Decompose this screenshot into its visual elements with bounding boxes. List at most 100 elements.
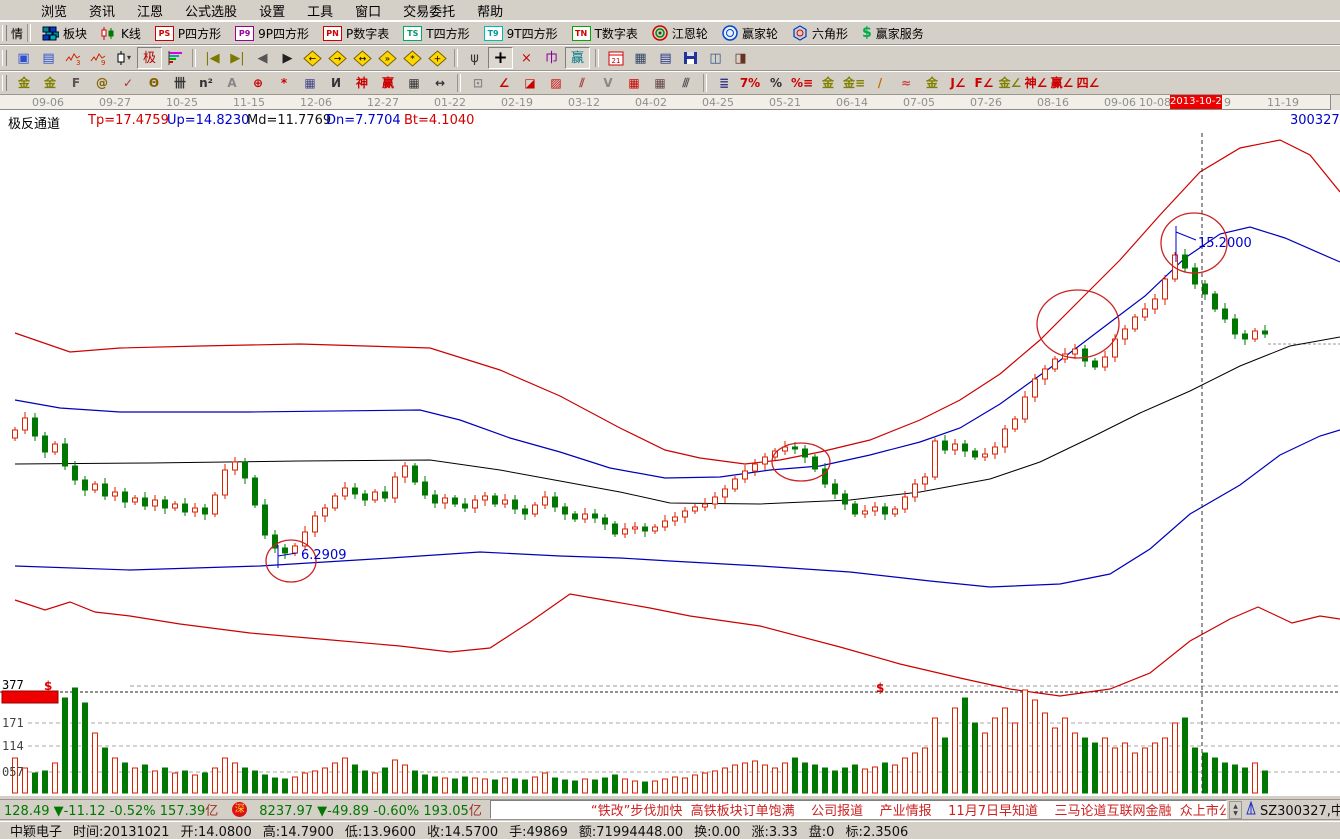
spiral-icon[interactable]: @	[90, 74, 114, 93]
menu-item-0[interactable]: 浏览	[30, 1, 78, 20]
fan-lines-icon[interactable]: ⫽	[570, 74, 594, 93]
chart-9-icon[interactable]: 9	[87, 48, 110, 68]
notes-icon[interactable]: ▤	[654, 48, 677, 68]
svg-text:↔: ↔	[359, 54, 367, 64]
kline-button[interactable]: K线	[94, 22, 148, 44]
si-angle-icon[interactable]: 四∠	[1076, 74, 1100, 93]
menu-bar: 浏览资讯江恩公式选股设置工具窗口交易委托帮助	[0, 0, 1340, 21]
menu-item-7[interactable]: 交易委托	[392, 1, 466, 20]
grid-dark-icon[interactable]: ▦	[648, 74, 672, 93]
gann-fan-icon[interactable]: ∠	[492, 74, 516, 93]
p-number-button[interactable]: PNP数字表	[316, 22, 396, 44]
ticker-spinner[interactable]: ▲▼	[1229, 801, 1242, 819]
chart-3-icon[interactable]: 3	[62, 48, 85, 68]
page-icon[interactable]: ▣	[12, 48, 35, 68]
winner-service-button[interactable]: $赢家服务	[855, 22, 931, 44]
candle-style-icon[interactable]: ▾	[112, 48, 135, 68]
gann-gold-grid2-icon[interactable]: 金	[38, 74, 62, 93]
gold-angle-icon[interactable]: 金∠	[998, 74, 1022, 93]
news-ticker[interactable]: “铁改”步伐加快 高铁板块订单饱满 公司报道 产业情报 11月7日早知道 三马论…	[490, 800, 1227, 819]
menu-item-8[interactable]: 帮助	[466, 1, 514, 20]
t-number-button[interactable]: TNT数字表	[565, 22, 645, 44]
j-angle-icon[interactable]: J∠	[946, 74, 970, 93]
prev-icon[interactable]: ◀	[251, 48, 274, 68]
tally-icon[interactable]: 卌	[168, 74, 192, 93]
p-square-button[interactable]: PSP四方形	[148, 22, 228, 44]
shape-tool-icon[interactable]: 巾	[540, 48, 563, 68]
gold2-icon[interactable]: 金	[920, 74, 944, 93]
news-ticker-text[interactable]: “铁改”步伐加快 高铁板块订单饱满 公司报道 产业情报 11月7日早知道 三马论…	[491, 800, 1227, 819]
diamond-collapse-icon[interactable]: »	[376, 48, 399, 68]
pc-print-icon[interactable]: ◨	[729, 48, 752, 68]
level-scale-icon[interactable]: ≣	[712, 74, 736, 93]
chart-canvas[interactable]: $$377171114057	[0, 110, 1340, 795]
menu-item-4[interactable]: 设置	[248, 1, 296, 20]
menu-item-3[interactable]: 公式选股	[174, 1, 248, 20]
angle-pen-icon[interactable]: ✓	[116, 74, 140, 93]
ying-icon[interactable]: 赢	[376, 74, 400, 93]
circle-cross-icon[interactable]: ⊕	[246, 74, 270, 93]
pen-flag-icon[interactable]: /	[868, 74, 892, 93]
t-square-button[interactable]: TST四方形	[396, 22, 476, 44]
hexagon-button[interactable]: 六角形	[785, 22, 855, 44]
diamond-hspan-icon[interactable]: ↔	[351, 48, 374, 68]
fan-box-icon[interactable]: ◪	[518, 74, 542, 93]
pct7-icon[interactable]: 7%	[738, 74, 762, 93]
channel-indicator-icon[interactable]: 极	[137, 47, 162, 69]
menu-item-6[interactable]: 窗口	[344, 1, 392, 20]
blocks-button[interactable]: 板块	[35, 22, 94, 44]
diamond-star-icon[interactable]: *	[401, 48, 424, 68]
next-icon[interactable]: ▶	[276, 48, 299, 68]
hspan-icon[interactable]: ↔	[428, 74, 452, 93]
calendar-icon[interactable]: 21	[604, 48, 627, 68]
chart-pane[interactable]: $$377171114057极反通道Tp=17.4759Up=14.8230Md…	[0, 110, 1340, 795]
calculator-icon[interactable]: ▦	[629, 48, 652, 68]
menu-item-1[interactable]: 资讯	[78, 1, 126, 20]
quote-field-0: 中颖电子	[10, 822, 62, 839]
slash-lines-icon[interactable]: ⫻	[674, 74, 698, 93]
n-square-icon[interactable]: n²	[194, 74, 218, 93]
pan-hand-icon[interactable]: ψ	[463, 48, 486, 68]
pct-icon[interactable]: %	[764, 74, 788, 93]
save-icon[interactable]	[679, 48, 702, 68]
p9-square-button[interactable]: P99P四方形	[228, 22, 316, 44]
last-page-icon[interactable]: ▶|	[226, 48, 249, 68]
menu-item-5[interactable]: 工具	[296, 1, 344, 20]
pc-globe-icon[interactable]: ◫	[704, 48, 727, 68]
grid-red-icon[interactable]: ▦	[622, 74, 646, 93]
fan-dense-icon[interactable]: ▨	[544, 74, 568, 93]
mark-tool-icon[interactable]: ×	[515, 48, 538, 68]
f-angle-icon[interactable]: F∠	[972, 74, 996, 93]
quote-field-5: 收:14.5700	[427, 822, 498, 839]
gann-f-grid-icon[interactable]: F	[64, 74, 88, 93]
pct-line-icon[interactable]: %≡	[790, 74, 814, 93]
shen-angle-icon[interactable]: 神∠	[1024, 74, 1048, 93]
gold-line-icon[interactable]: 金≡	[842, 74, 866, 93]
diamond-cross-icon[interactable]: +	[426, 48, 449, 68]
square-net-icon[interactable]: ▦	[298, 74, 322, 93]
i-mark-icon[interactable]: И	[324, 74, 348, 93]
winner-wheel-button[interactable]: 赢家轮	[715, 22, 785, 44]
gann-gold-grid-icon[interactable]: 金	[12, 74, 36, 93]
ruler123-icon[interactable]: ▦	[402, 74, 426, 93]
color-histogram-icon[interactable]	[164, 48, 187, 68]
menu-item-2[interactable]: 江恩	[126, 1, 174, 20]
gold-circle-icon[interactable]: 金	[816, 74, 840, 93]
t9-square-button[interactable]: T99T四方形	[477, 22, 565, 44]
mirror-a-icon[interactable]: A	[220, 74, 244, 93]
doc-list-icon[interactable]: ▤	[37, 48, 60, 68]
shen-icon[interactable]: 神	[350, 74, 374, 93]
clipped-button-label[interactable]: 情	[11, 25, 23, 42]
diamond-right-icon[interactable]: →	[326, 48, 349, 68]
first-page-icon[interactable]: |◀	[201, 48, 224, 68]
time-circle-icon[interactable]: Θ	[142, 74, 166, 93]
v-line-icon[interactable]: V	[596, 74, 620, 93]
diamond-left-icon[interactable]: ←	[301, 48, 324, 68]
box-select-icon[interactable]: ⊡	[466, 74, 490, 93]
gann-wheel-button[interactable]: 江恩轮	[645, 22, 715, 44]
wave-a-icon[interactable]: ≈	[894, 74, 918, 93]
brain-icon[interactable]: 赢	[565, 47, 590, 69]
star-grid-icon[interactable]: *	[272, 74, 296, 93]
ying-angle-icon[interactable]: 赢∠	[1050, 74, 1074, 93]
crosshair-icon[interactable]: +	[488, 47, 513, 69]
